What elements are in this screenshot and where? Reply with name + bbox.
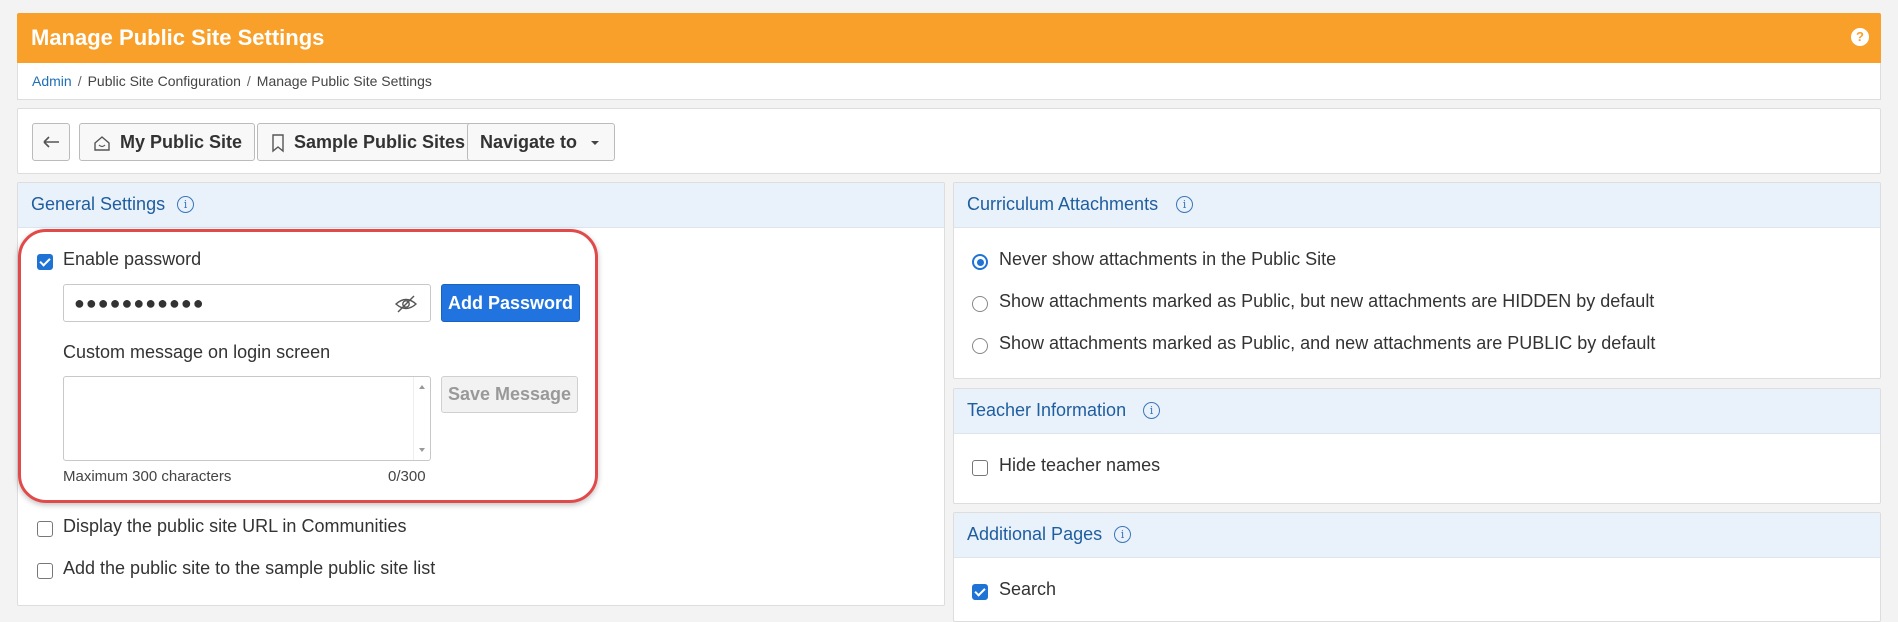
add-to-sample-list-checkbox[interactable] xyxy=(37,563,53,579)
add-to-sample-list-label: Add the public site to the sample public… xyxy=(63,558,436,578)
breadcrumb-public-site-configuration: Public Site Configuration xyxy=(87,73,241,89)
bookmark-icon xyxy=(272,134,284,153)
arrow-left-icon xyxy=(43,136,59,148)
home-icon xyxy=(94,136,110,151)
additional-pages-title: Additional Pages xyxy=(967,524,1103,544)
never-show-attachments-label: Never show attachments in the Public Sit… xyxy=(999,249,1337,269)
search-page-checkbox[interactable] xyxy=(972,584,988,600)
hide-teacher-names-checkbox[interactable] xyxy=(972,460,988,476)
page-title: Manage Public Site Settings xyxy=(31,25,325,50)
show-hidden-default-label: Show attachments marked as Public, but n… xyxy=(999,291,1655,311)
breadcrumb-current: Manage Public Site Settings xyxy=(256,73,432,89)
show-public-default-radio[interactable] xyxy=(972,338,988,354)
info-icon[interactable]: i xyxy=(1176,196,1193,213)
back-button[interactable] xyxy=(32,123,70,161)
toolbar: My Public Site Sample Public Sites Navig… xyxy=(17,108,1881,174)
general-settings-title: General Settings xyxy=(31,194,166,214)
search-page-label: Search xyxy=(999,579,1057,599)
sample-public-sites-button[interactable]: Sample Public Sites xyxy=(257,123,479,161)
curriculum-attachments-title: Curriculum Attachments xyxy=(967,194,1159,214)
page-header: Manage Public Site Settings ? xyxy=(17,13,1881,63)
my-public-site-label: My Public Site xyxy=(120,132,243,152)
navigate-to-dropdown[interactable]: Navigate to xyxy=(467,123,616,161)
caret-down-icon xyxy=(591,141,600,146)
show-public-default-label: Show attachments marked as Public, and n… xyxy=(999,333,1656,353)
info-icon[interactable]: i xyxy=(1143,402,1160,419)
info-icon[interactable]: i xyxy=(177,196,194,213)
additional-pages-panel: Additional Pages i xyxy=(953,512,1881,622)
navigate-to-label: Navigate to xyxy=(480,132,578,152)
show-hidden-default-radio[interactable] xyxy=(972,296,988,312)
never-show-attachments-radio[interactable] xyxy=(972,254,988,270)
display-url-label: Display the public site URL in Communiti… xyxy=(63,516,407,536)
teacher-information-panel: Teacher Information i xyxy=(953,388,1881,504)
breadcrumb: Admin / Public Site Configuration / Manage P… xyxy=(17,63,1881,100)
highlight-outline xyxy=(18,229,598,503)
display-url-checkbox[interactable] xyxy=(37,521,53,537)
teacher-information-title: Teacher Information xyxy=(967,400,1127,420)
breadcrumb-admin-link[interactable]: Admin xyxy=(32,73,72,89)
hide-teacher-names-label: Hide teacher names xyxy=(999,455,1161,475)
info-icon[interactable]: i xyxy=(1114,526,1131,543)
help-icon[interactable]: ? xyxy=(1851,28,1869,46)
sample-public-sites-label: Sample Public Sites xyxy=(294,132,466,152)
my-public-site-button[interactable]: My Public Site xyxy=(79,123,256,161)
